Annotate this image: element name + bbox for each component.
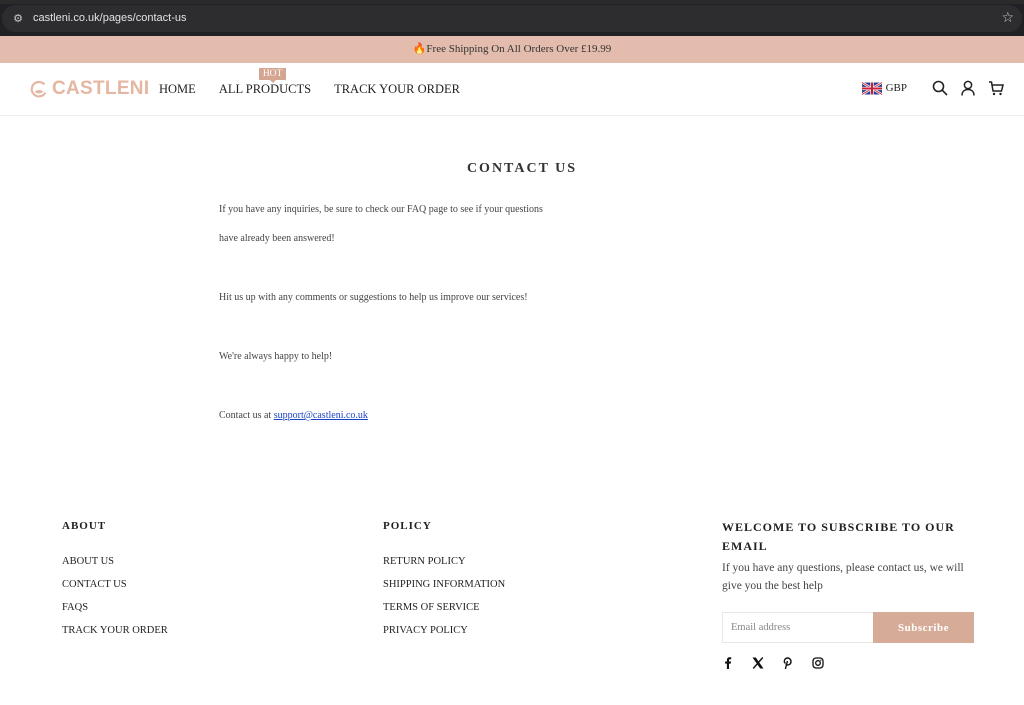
- footer-subscribe: WELCOME TO SUBSCRIBE TO OUR EMAIL If you…: [722, 518, 974, 669]
- cart-icon[interactable]: [988, 80, 1004, 96]
- footer-about-heading: ABOUT: [62, 520, 107, 532]
- browser-chrome: ⚙ castleni.co.uk/pages/contact-us ☆: [0, 0, 1024, 36]
- x-icon[interactable]: [752, 657, 764, 669]
- pinterest-icon[interactable]: [782, 657, 794, 669]
- facebook-icon[interactable]: [722, 657, 734, 669]
- url-text[interactable]: castleni.co.uk/pages/contact-us: [33, 11, 186, 26]
- footer-link-return-policy[interactable]: RETURN POLICY: [383, 550, 505, 573]
- subscribe-form: Subscribe: [722, 612, 974, 643]
- footer-link-terms[interactable]: TERMS OF SERVICE: [383, 596, 505, 619]
- footer-link-contact-us[interactable]: CONTACT US: [62, 573, 168, 596]
- logo[interactable]: CASTLENI: [30, 79, 149, 99]
- site-header: CASTLENI HOME HOT ALL PRODUCTS TRACK YOU…: [0, 63, 1024, 116]
- paragraph-happy: We're always happy to help!: [219, 351, 333, 362]
- bookmark-star-icon[interactable]: ☆: [1001, 10, 1014, 26]
- footer-link-shipping-info[interactable]: SHIPPING INFORMATION: [383, 573, 505, 596]
- footer-link-track-order[interactable]: TRACK YOUR ORDER: [62, 619, 168, 642]
- paragraph-faq: If you have any inquiries, be sure to ch…: [219, 204, 543, 215]
- subscribe-description: If you have any questions, please contac…: [722, 562, 964, 592]
- hot-badge: HOT: [258, 68, 287, 83]
- nav-home[interactable]: HOME: [159, 82, 196, 96]
- uk-flag-icon[interactable]: [861, 81, 882, 95]
- fire-icon: 🔥: [412, 43, 427, 55]
- account-icon[interactable]: [960, 80, 976, 96]
- footer-policy-heading: POLICY: [383, 520, 432, 532]
- nav-all-products-label: ALL PRODUCTS: [218, 82, 312, 96]
- announcement-bar: 🔥Free Shipping On All Orders Over £19.99: [0, 36, 1024, 63]
- paragraph-contact: Contact us at support@castleni.co.uk: [219, 410, 368, 421]
- subscribe-heading: WELCOME TO SUBSCRIBE TO OUR EMAIL: [722, 520, 955, 553]
- site-settings-icon[interactable]: ⚙: [11, 12, 25, 26]
- header-actions: GBP: [861, 80, 1004, 96]
- email-input[interactable]: [722, 612, 873, 643]
- footer-policy: POLICY RETURN POLICY SHIPPING INFORMATIO…: [383, 520, 505, 642]
- search-icon[interactable]: [932, 80, 948, 96]
- announcement-text: Free Shipping On All Orders Over £19.99: [426, 43, 612, 55]
- nav-all-products[interactable]: HOT ALL PRODUCTS: [218, 68, 312, 96]
- logo-mark-icon: [30, 80, 47, 98]
- currency-selector[interactable]: GBP: [886, 82, 907, 94]
- footer-link-privacy[interactable]: PRIVACY POLICY: [383, 619, 505, 642]
- nav-track-order[interactable]: TRACK YOUR ORDER: [334, 82, 460, 96]
- social-links: [722, 657, 842, 669]
- footer-link-faqs[interactable]: FAQS: [62, 596, 168, 619]
- address-bar[interactable]: ⚙ castleni.co.uk/pages/contact-us ☆: [2, 5, 1022, 32]
- footer-about: ABOUT ABOUT US CONTACT US FAQS TRACK YOU…: [62, 520, 168, 642]
- footer-link-about-us[interactable]: ABOUT US: [62, 550, 168, 573]
- contact-prefix: Contact us at: [219, 410, 274, 421]
- page-title: CONTACT US: [466, 161, 578, 176]
- instagram-icon[interactable]: [812, 657, 824, 669]
- subscribe-button[interactable]: Subscribe: [873, 612, 974, 643]
- paragraph-feedback: Hit us up with any comments or suggestio…: [219, 292, 528, 303]
- paragraph-answered: have already been answered!: [219, 233, 335, 244]
- support-email-link[interactable]: support@castleni.co.uk: [274, 410, 368, 421]
- main-nav: HOME HOT ALL PRODUCTS TRACK YOUR ORDER: [159, 68, 483, 96]
- logo-text: CASTLENI: [52, 78, 150, 99]
- tab-strip: [0, 0, 1024, 4]
